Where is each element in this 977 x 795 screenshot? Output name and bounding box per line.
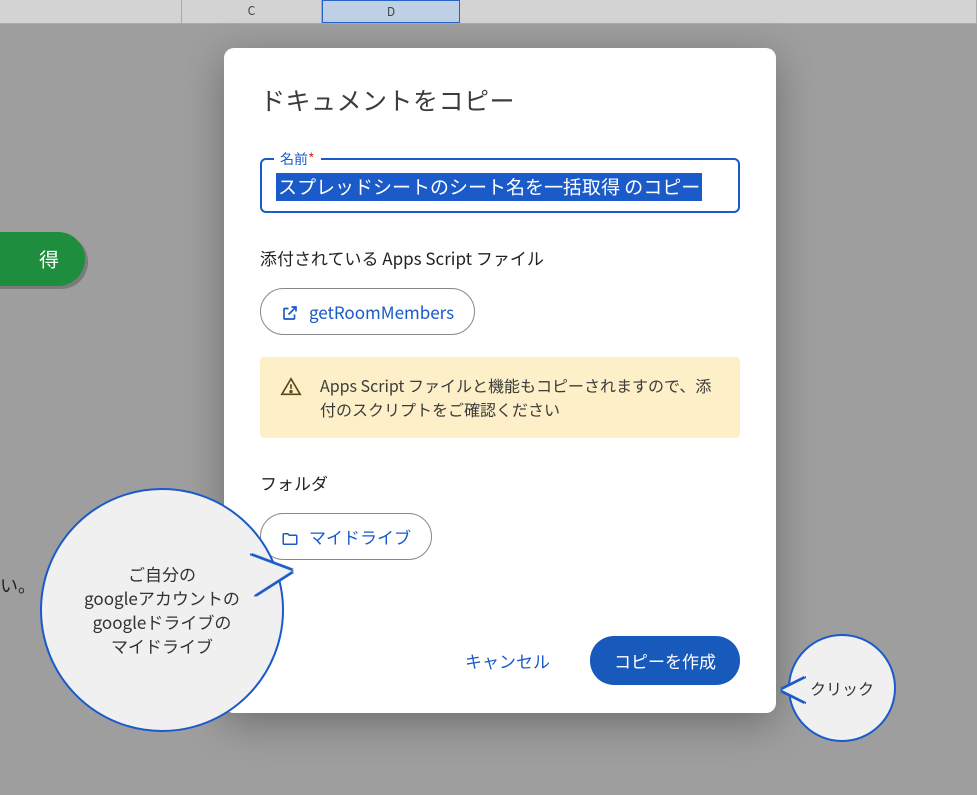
- copy-document-dialog: ドキュメントをコピー 名前* スプレッドシートのシート名を一括取得 のコピー 添…: [224, 48, 776, 713]
- folder-chip[interactable]: マイドライブ: [260, 513, 432, 560]
- script-file-chip[interactable]: getRoomMembers: [260, 288, 475, 335]
- dialog-title: ドキュメントをコピー: [260, 82, 740, 118]
- folder-icon: [281, 528, 299, 546]
- folder-name: マイドライブ: [309, 524, 411, 549]
- warning-text: Apps Script ファイルと機能もコピーされますので、添付のスクリプトをご…: [320, 373, 720, 423]
- name-inputfield[interactable]: 名前* スプレッドシートのシート名を一括取得 のコピー: [260, 158, 740, 213]
- warning-icon: [280, 373, 302, 403]
- bg-trailing-text: い。: [0, 572, 36, 598]
- make-copy-button[interactable]: コピーを作成: [590, 636, 740, 685]
- dialog-actions: キャンセル コピーを作成: [260, 636, 740, 685]
- column-header-c[interactable]: C: [182, 0, 322, 23]
- bg-action-button: 得: [0, 232, 85, 286]
- cancel-button[interactable]: キャンセル: [455, 640, 560, 681]
- name-input-value[interactable]: スプレッドシートのシート名を一括取得 のコピー: [276, 173, 702, 201]
- column-header-rest: [460, 0, 977, 23]
- folder-section-label: フォルダ: [260, 470, 740, 495]
- apps-script-section-label: 添付されている Apps Script ファイル: [260, 245, 740, 270]
- required-asterisk: *: [308, 149, 315, 169]
- open-in-new-icon: [281, 302, 299, 320]
- name-label-text: 名前: [280, 149, 308, 169]
- warning-banner: Apps Script ファイルと機能もコピーされますので、添付のスクリプトをご…: [260, 357, 740, 439]
- script-file-name: getRoomMembers: [309, 299, 454, 324]
- column-headers: C D: [0, 0, 977, 24]
- column-header-d[interactable]: D: [322, 0, 460, 23]
- column-header-b-partial[interactable]: [0, 0, 182, 23]
- name-label: 名前*: [274, 149, 321, 169]
